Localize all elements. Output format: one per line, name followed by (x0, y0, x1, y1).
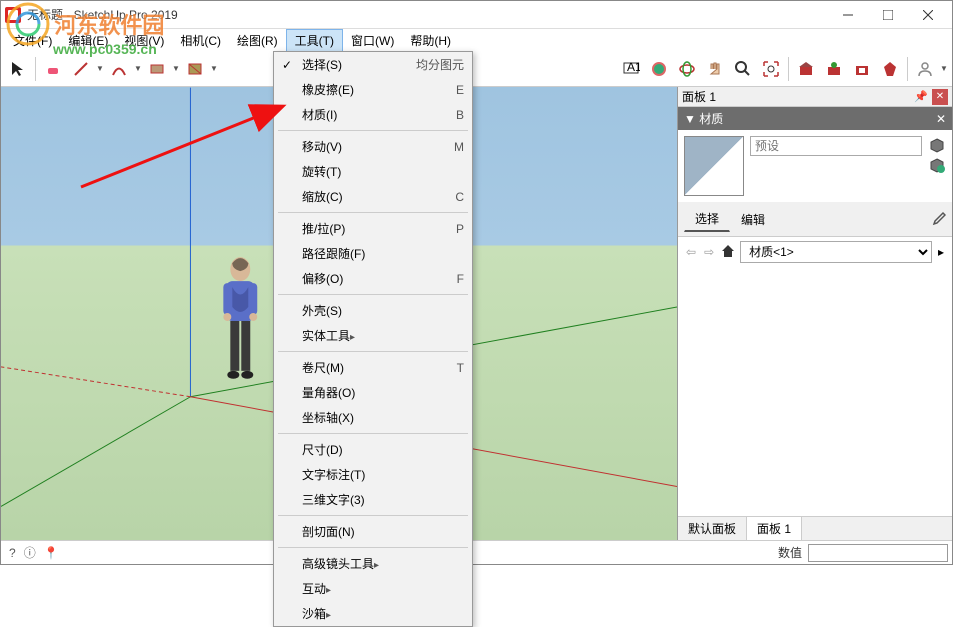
toolbar: ▼ ▼ ▼ ▼ A1 ▼ (1, 51, 952, 87)
add-material-icon[interactable] (928, 156, 946, 174)
orbit-tool[interactable] (674, 56, 700, 82)
maximize-button[interactable] (868, 2, 908, 28)
menu-item-材质i[interactable]: 材质(I)B (274, 102, 472, 127)
tools-dropdown-menu: 选择(S)均分图元橡皮擦(E)E材质(I)B 移动(V)M旋转(T)缩放(C)C 推… (273, 51, 473, 627)
rectangle-tool[interactable] (144, 56, 170, 82)
menu-item-移动v[interactable]: 移动(V)M (274, 134, 472, 159)
select-tool[interactable] (5, 56, 31, 82)
menu-item-旋转t[interactable]: 旋转(T) (274, 159, 472, 184)
menu-item-推拉p[interactable]: 推/拉(P)P (274, 216, 472, 241)
menu-file[interactable]: 文件(F) (5, 30, 60, 51)
extension-tool[interactable] (821, 56, 847, 82)
menu-edit[interactable]: 编辑(E) (60, 30, 116, 51)
geo-icon[interactable]: 📍 (44, 546, 59, 560)
preset-input[interactable] (750, 136, 922, 156)
menu-item-互动[interactable]: 互动 (274, 576, 472, 601)
menu-item-偏移o[interactable]: 偏移(O)F (274, 266, 472, 291)
eraser-tool[interactable] (40, 56, 66, 82)
line-tool[interactable] (68, 56, 94, 82)
pan-tool[interactable] (702, 56, 728, 82)
window-title: 无标题 - SketchUp Pro 2019 (27, 6, 828, 23)
user-dropdown-icon[interactable]: ▼ (940, 64, 948, 73)
arc-tool[interactable] (106, 56, 132, 82)
close-button[interactable] (908, 2, 948, 28)
statusbar: ? ⓘ 📍 数值 (1, 540, 952, 564)
bottom-tab-panel1[interactable]: 面板 1 (747, 517, 802, 540)
info-icon[interactable]: ⓘ (24, 544, 36, 561)
app-icon (5, 7, 21, 23)
menu-camera[interactable]: 相机(C) (172, 30, 229, 51)
value-label: 数值 (778, 544, 802, 561)
text-tool[interactable]: A1 (618, 56, 644, 82)
user-icon[interactable] (912, 56, 938, 82)
menu-item-量角器o[interactable]: 量角器(O) (274, 380, 472, 405)
svg-text:A1: A1 (627, 60, 640, 74)
menu-item-卷尺m[interactable]: 卷尺(M)T (274, 355, 472, 380)
line-dropdown-icon[interactable]: ▼ (96, 64, 104, 73)
paint-tool[interactable] (646, 56, 672, 82)
titlebar: 无标题 - SketchUp Pro 2019 (1, 1, 952, 29)
menu-tools[interactable]: 工具(T) (286, 29, 343, 52)
menu-item-沙箱[interactable]: 沙箱 (274, 601, 472, 626)
zoom-extents-tool[interactable] (758, 56, 784, 82)
circle-tool[interactable] (182, 56, 208, 82)
menubar: 文件(F) 编辑(E) 视图(V) 相机(C) 绘图(R) 工具(T) 窗口(W… (1, 29, 952, 51)
menu-view[interactable]: 视图(V) (116, 30, 172, 51)
side-panel: 面板 1 📌 ✕ ▼ 材质 ✕ 选择 编辑 ⇦ (677, 87, 952, 540)
menu-draw[interactable]: 绘图(R) (229, 30, 286, 51)
tab-edit[interactable]: 编辑 (730, 207, 776, 232)
arc-dropdown-icon[interactable]: ▼ (134, 64, 142, 73)
menu-item-选择s[interactable]: 选择(S)均分图元 (274, 52, 472, 77)
menu-window[interactable]: 窗口(W) (343, 30, 402, 51)
tab-select[interactable]: 选择 (684, 206, 730, 232)
menu-item-坐标轴x[interactable]: 坐标轴(X) (274, 405, 472, 430)
extension-manager-tool[interactable] (849, 56, 875, 82)
menu-item-尺寸d[interactable]: 尺寸(D) (274, 437, 472, 462)
menu-item-高级镜头工具[interactable]: 高级镜头工具 (274, 551, 472, 576)
menu-item-文字标注t[interactable]: 文字标注(T) (274, 462, 472, 487)
circle-dropdown-icon[interactable]: ▼ (210, 64, 218, 73)
minimize-button[interactable] (828, 2, 868, 28)
panel-title: 面板 1 (682, 88, 716, 105)
menu-item-实体工具[interactable]: 实体工具 (274, 323, 472, 348)
ruby-tool[interactable] (877, 56, 903, 82)
zoom-tool[interactable] (730, 56, 756, 82)
detail-icon[interactable]: ▸ (936, 245, 946, 259)
menu-item-外壳s[interactable]: 外壳(S) (274, 298, 472, 323)
menu-item-三维文字3[interactable]: 三维文字(3) (274, 487, 472, 512)
section-close-icon[interactable]: ✕ (936, 112, 946, 126)
value-input[interactable] (808, 544, 948, 562)
nav-forward-icon[interactable]: ⇨ (702, 245, 716, 259)
panel-close-button[interactable]: ✕ (932, 89, 948, 105)
eyedropper-icon[interactable] (930, 210, 946, 229)
menu-item-剖切面n[interactable]: 剖切面(N) (274, 519, 472, 544)
warehouse-tool[interactable] (793, 56, 819, 82)
material-list (678, 267, 952, 516)
panel-section-title: 材质 (699, 112, 723, 126)
menu-item-橡皮擦e[interactable]: 橡皮擦(E)E (274, 77, 472, 102)
pin-icon[interactable]: 📌 (914, 90, 928, 103)
material-swatch[interactable] (684, 136, 744, 196)
nav-back-icon[interactable]: ⇦ (684, 245, 698, 259)
rect-dropdown-icon[interactable]: ▼ (172, 64, 180, 73)
help-icon[interactable]: ? (9, 546, 16, 560)
menu-help[interactable]: 帮助(H) (402, 30, 459, 51)
create-material-icon[interactable] (928, 136, 946, 154)
menu-item-路径跟随f[interactable]: 路径跟随(F) (274, 241, 472, 266)
bottom-tab-default[interactable]: 默认面板 (678, 517, 747, 540)
home-icon[interactable] (720, 243, 736, 262)
menu-item-缩放c[interactable]: 缩放(C)C (274, 184, 472, 209)
material-select[interactable]: 材质<1> (740, 241, 932, 263)
